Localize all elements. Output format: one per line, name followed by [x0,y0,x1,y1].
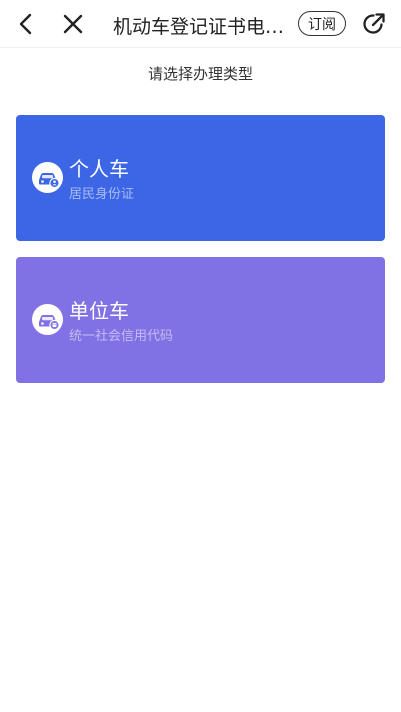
car-building-icon [32,304,63,335]
car-person-icon [32,162,63,193]
card-title: 单位车 [69,299,129,323]
close-icon [63,14,83,34]
card-subtitle: 居民身份证 [69,187,135,202]
unit-vehicle-card[interactable]: 单位车 统一社会信用代码 [16,257,385,383]
page-title: 机动车登记证书电子化 [113,16,291,38]
top-bar: 机动车登记证书电子化 订阅 [0,0,401,48]
select-type-prompt: 请选择办理类型 [147,65,253,83]
subscribe-button[interactable]: 订阅 [298,11,346,36]
back-button[interactable] [12,10,38,38]
personal-vehicle-card[interactable]: 个人车 居民身份证 [16,115,385,241]
card-subtitle: 统一社会信用代码 [69,329,174,344]
back-icon [19,13,32,35]
close-button[interactable] [60,10,86,38]
card-title: 个人车 [69,157,129,181]
share-icon [363,13,385,34]
share-button[interactable] [361,11,387,37]
